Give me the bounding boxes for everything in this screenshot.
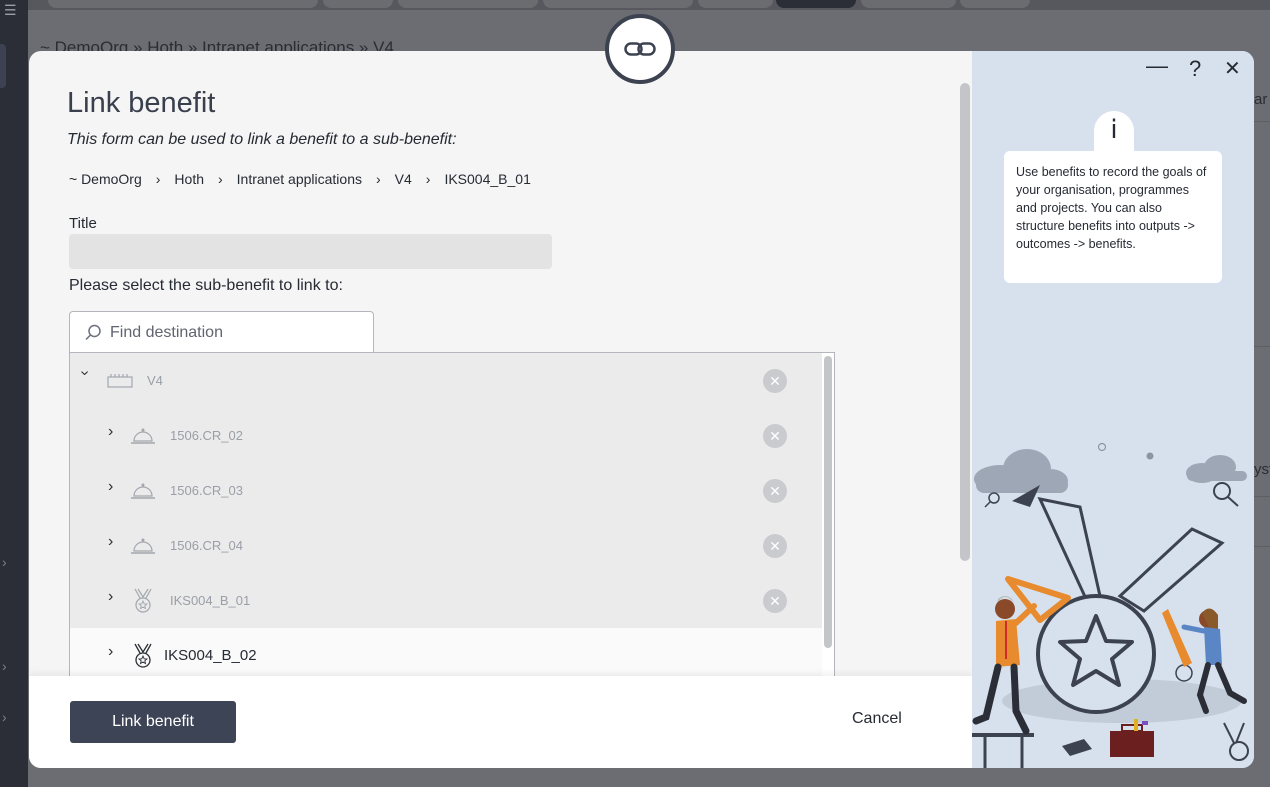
chevron-right-icon: › [425, 171, 431, 187]
chevron-right-icon: › [2, 658, 7, 674]
tree-row[interactable]: › 1506.CR_04 ✕ [70, 518, 822, 573]
close-icon[interactable]: ✕ [763, 368, 787, 393]
sidebar-selected-marker [0, 44, 6, 88]
minimize-button[interactable]: — [1146, 53, 1168, 79]
close-icon[interactable]: ✕ [763, 423, 787, 448]
chevron-right-icon[interactable]: › [108, 588, 113, 606]
background-sidebar: ☰ › › › [0, 0, 28, 787]
chevron-down-icon[interactable]: › [76, 370, 94, 375]
background-tabbar [28, 0, 1270, 10]
close-icon[interactable]: ✕ [763, 478, 787, 503]
breadcrumb-item[interactable]: ~ DemoOrg [69, 171, 142, 187]
chevron-right-icon[interactable]: › [108, 533, 113, 551]
title-field[interactable] [69, 234, 552, 269]
tree-scrollbar[interactable] [824, 356, 832, 648]
tree-row[interactable]: › IKS004_B_02 [70, 628, 822, 682]
tree-row-label: IKS004_B_02 [164, 647, 257, 664]
menu-icon: ☰ [4, 2, 17, 18]
link-icon-badge [605, 14, 675, 84]
chevron-right-icon: › [218, 171, 223, 187]
tree-row-v4[interactable]: › V4 ✕ [70, 353, 822, 408]
benefits-illustration [972, 442, 1249, 768]
cancel-button[interactable]: Cancel [852, 710, 902, 728]
bell-icon [131, 483, 155, 499]
close-icon[interactable]: ✕ [763, 533, 787, 558]
tree-row-label: 1506.CR_03 [170, 483, 243, 498]
medal-icon [134, 588, 152, 613]
dialog-scrollbar[interactable] [960, 83, 970, 561]
breadcrumb-item[interactable]: V4 [395, 171, 412, 187]
title-field-label: Title [69, 215, 97, 232]
medal-icon [134, 643, 152, 668]
chevron-right-icon[interactable]: › [108, 423, 113, 441]
dialog-title: Link benefit [67, 87, 216, 119]
breadcrumb: ~ DemoOrg › Hoth › Intranet applications… [69, 171, 531, 187]
link-icon [624, 42, 656, 56]
tree-row-label: 1506.CR_02 [170, 428, 243, 443]
link-benefit-button[interactable]: Link benefit [70, 701, 236, 743]
tree-row[interactable]: › 1506.CR_03 ✕ [70, 463, 822, 518]
select-sub-benefit-label: Please select the sub-benefit to link to… [69, 277, 343, 294]
chevron-right-icon: › [2, 709, 7, 725]
breadcrumb-item[interactable]: IKS004_B_01 [444, 171, 530, 187]
chevron-right-icon: › [155, 171, 161, 187]
chevron-right-icon: › [375, 171, 381, 187]
link-benefit-dialog: Link benefit This form can be used to li… [29, 51, 1254, 768]
help-button[interactable]: ? [1189, 56, 1201, 82]
tree-row-label: V4 [147, 373, 163, 388]
close-button[interactable]: ✕ [1224, 56, 1241, 81]
chevron-right-icon[interactable]: › [108, 478, 113, 496]
info-icon: i [1094, 111, 1134, 155]
chevron-right-icon[interactable]: › [108, 643, 113, 661]
background-right-content: ar yst [1254, 51, 1270, 787]
programme-icon [107, 373, 133, 388]
bell-icon [131, 538, 155, 554]
dialog-footer: Link benefit Cancel [29, 676, 972, 768]
tree-row-label: 1506.CR_04 [170, 538, 243, 553]
tree-row[interactable]: › 1506.CR_02 ✕ [70, 408, 822, 463]
bell-icon [131, 428, 155, 444]
close-icon[interactable]: ✕ [763, 588, 787, 613]
find-destination-input[interactable] [110, 323, 350, 342]
tree-row[interactable]: › IKS004_B_01 ✕ [70, 573, 822, 628]
dialog-subtitle: This form can be used to link a benefit … [67, 131, 457, 148]
chevron-right-icon: › [2, 554, 7, 570]
info-text: Use benefits to record the goals of your… [1004, 151, 1222, 283]
breadcrumb-item[interactable]: Intranet applications [237, 171, 362, 187]
search-icon [85, 324, 101, 340]
info-panel: — ? ✕ i Use benefits to record the goals… [972, 51, 1254, 768]
find-destination-box [69, 311, 374, 353]
breadcrumb-item[interactable]: Hoth [174, 171, 204, 187]
destination-tree: › V4 ✕ › 1506.CR_02 ✕ › 1506.CR_03 ✕ › 1… [69, 352, 835, 682]
tree-row-label: IKS004_B_01 [170, 593, 251, 608]
